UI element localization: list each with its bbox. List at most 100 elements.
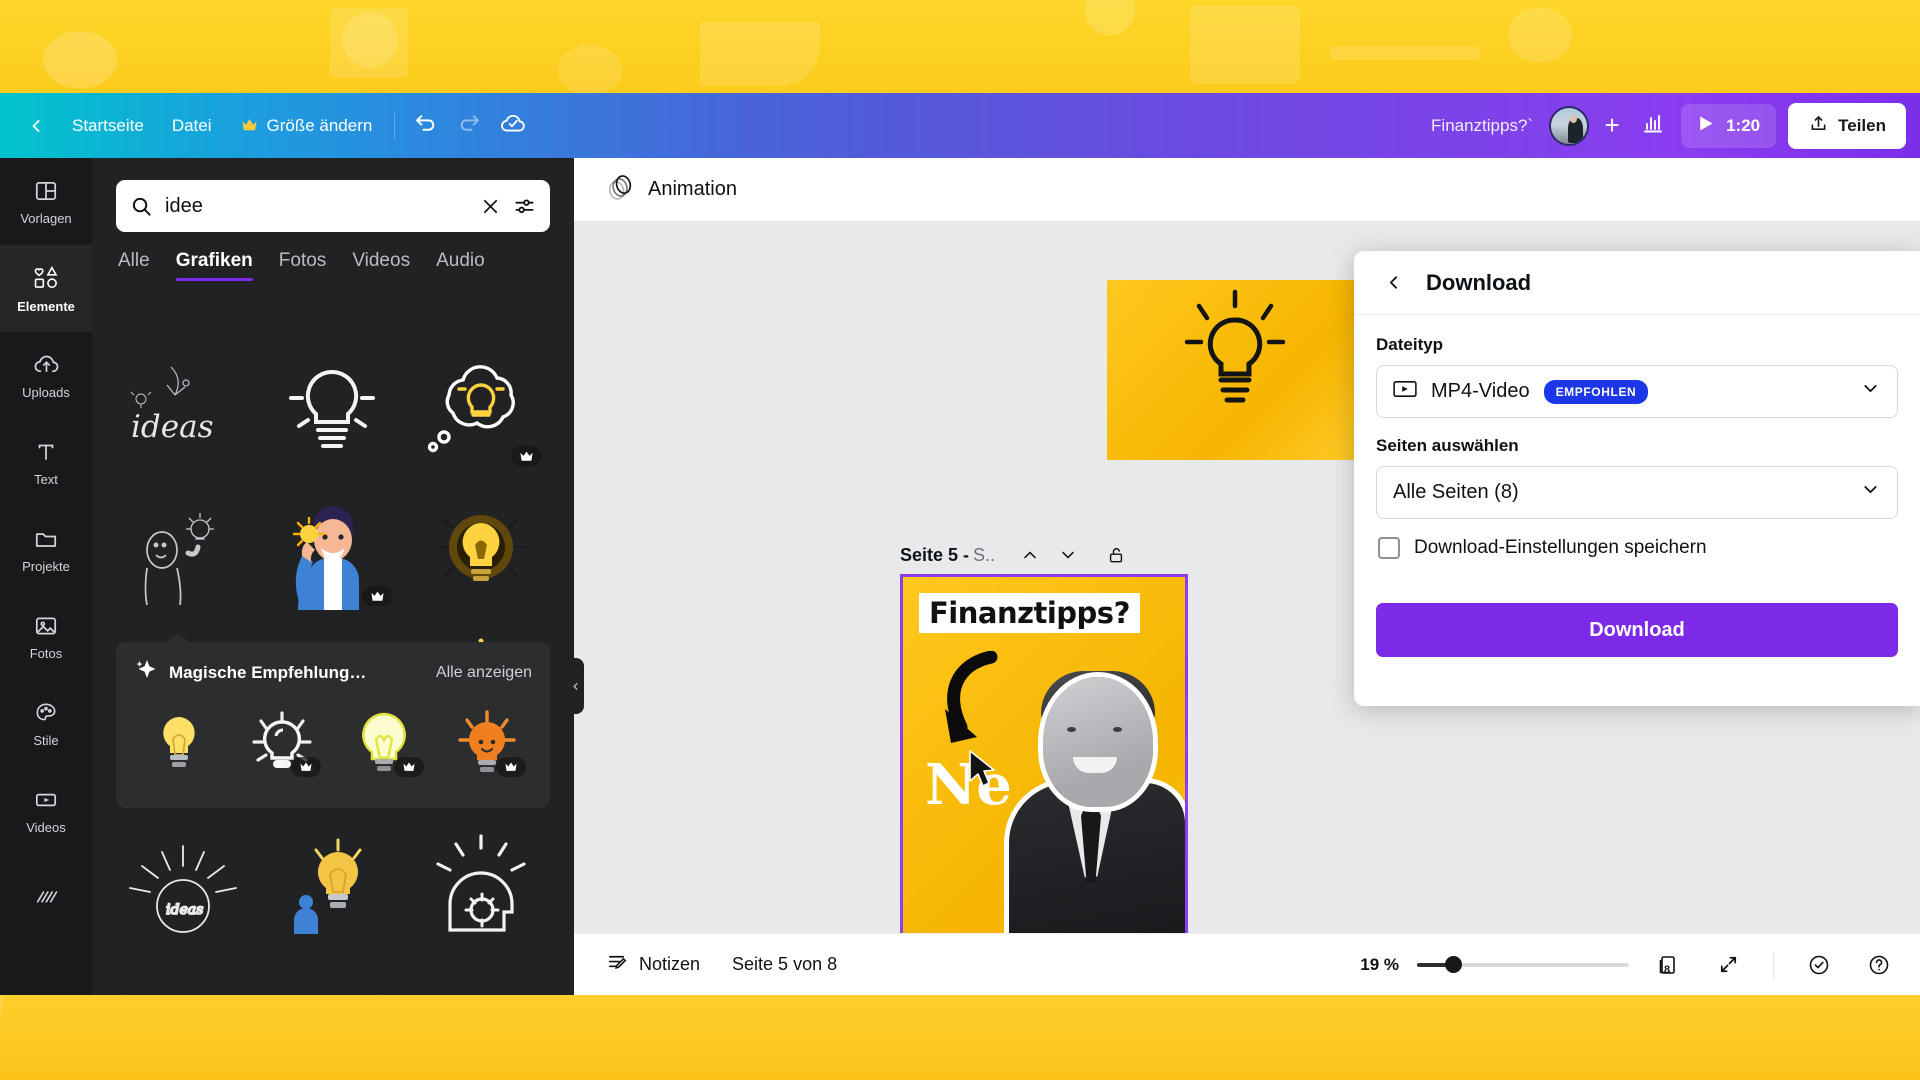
sidebar-item-stile[interactable]: Stile — [0, 680, 92, 767]
tab-audio[interactable]: Audio — [436, 250, 485, 281]
add-collaborator-button[interactable]: + — [1593, 107, 1631, 145]
insights-button[interactable] — [1631, 104, 1675, 148]
result-idea-sketch-circle-graphic[interactable]: ideas — [116, 824, 249, 944]
move-page-down-button[interactable] — [1051, 539, 1085, 571]
video-icon — [33, 787, 59, 813]
result-head-gear-bulb-graphic[interactable] — [414, 824, 547, 944]
animation-button[interactable]: Animation — [596, 168, 749, 212]
result-bulb-person-graphic[interactable] — [265, 824, 398, 944]
result-man-idea-illustration[interactable] — [265, 490, 398, 614]
sidebar-label: Text — [34, 471, 58, 487]
results-row — [116, 490, 550, 614]
magic-title: Magische Empfehlung… — [169, 662, 367, 682]
save-settings-checkbox-row[interactable]: Download-Einstellungen speichern — [1378, 537, 1898, 559]
upload-cloud-icon — [33, 351, 60, 378]
result-lightbulb-outline-graphic[interactable] — [265, 350, 398, 474]
magic-item-white-bulb-rays-icon[interactable] — [237, 703, 328, 785]
download-button[interactable]: Download — [1376, 603, 1898, 657]
palette-icon — [33, 700, 59, 726]
sidebar-item-hintergrund[interactable] — [0, 854, 92, 941]
slide-title[interactable]: Finanztipps? — [919, 593, 1140, 633]
filetype-select[interactable]: MP4-Video EMPFOHLEN — [1376, 365, 1898, 418]
browser-background-top — [0, 0, 1920, 93]
pro-crown-badge — [291, 757, 321, 777]
download-back-button[interactable] — [1376, 266, 1410, 300]
file-menu-button[interactable]: Datei — [158, 105, 226, 147]
editor-shell: Startseite Datei Größe ändern Finanztipp… — [0, 93, 1920, 1080]
sidebar-item-fotos[interactable]: Fotos — [0, 593, 92, 680]
sidebar-label: Projekte — [22, 558, 70, 574]
tab-videos[interactable]: Videos — [352, 250, 410, 281]
sidebar-item-elemente[interactable]: Elemente — [0, 245, 92, 332]
play-icon — [1695, 113, 1716, 139]
page-indicator: Seite 5 von 8 — [732, 954, 838, 974]
home-button[interactable]: Startseite — [58, 105, 158, 147]
sidebar-item-vorlagen[interactable]: Vorlagen — [0, 158, 92, 245]
sidebar-item-uploads[interactable]: Uploads — [0, 332, 92, 419]
tab-alle[interactable]: Alle — [118, 250, 150, 281]
check-status-button[interactable] — [1798, 944, 1840, 986]
sidebar-label: Uploads — [22, 385, 70, 400]
fullscreen-button[interactable] — [1707, 944, 1749, 986]
document-title[interactable]: Finanztipps?` — [1431, 116, 1533, 136]
magic-item-lime-bulb-icon[interactable] — [339, 703, 430, 785]
result-ideas-handwriting-graphic[interactable]: ideas — [116, 350, 249, 474]
pro-crown-badge — [393, 757, 424, 777]
mouse-pointer-icon — [969, 750, 995, 787]
cloud-check-icon — [500, 110, 526, 141]
previous-page-preview[interactable] — [1107, 280, 1390, 460]
share-button[interactable]: Teilen — [1788, 102, 1906, 149]
saved-status-button[interactable] — [491, 104, 535, 148]
close-icon[interactable] — [480, 196, 501, 217]
play-duration: 1:20 — [1726, 115, 1761, 135]
left-rail: Vorlagen Elemente Uploads Text Projekte … — [0, 158, 92, 995]
save-settings-label: Download-Einstellungen speichern — [1414, 537, 1707, 558]
home-label: Startseite — [72, 115, 144, 135]
help-button[interactable] — [1858, 944, 1900, 986]
pro-crown-badge — [496, 757, 526, 777]
magic-see-all-link[interactable]: Alle anzeigen — [436, 664, 532, 682]
play-button[interactable]: 1:20 — [1681, 103, 1777, 148]
resize-label: Größe ändern — [266, 115, 373, 135]
zoom-slider[interactable] — [1417, 954, 1629, 976]
video-file-icon — [1393, 379, 1417, 405]
back-button[interactable] — [14, 104, 58, 148]
pages-label: Seiten auswählen — [1376, 436, 1519, 455]
search-bar[interactable] — [116, 180, 550, 232]
download-panel: Download Dateityp MP4-Video EMPFOHLEN Se… — [1354, 251, 1920, 706]
pages-select[interactable]: Alle Seiten (8) — [1376, 466, 1898, 519]
zoom-level: 19 % — [1360, 954, 1399, 974]
sidebar-item-projekte[interactable]: Projekte — [0, 506, 92, 593]
recommended-badge: EMPFOHLEN — [1543, 379, 1649, 404]
filetype-value: MP4-Video — [1431, 380, 1530, 402]
result-glowing-lightbulb-graphic[interactable] — [414, 490, 547, 614]
search-input[interactable] — [165, 194, 468, 218]
browser-background-bottom — [0, 995, 1920, 1080]
avatar[interactable] — [1549, 105, 1590, 146]
notes-button[interactable]: Notizen — [594, 944, 712, 986]
toolbar-divider — [394, 112, 396, 139]
zoom-slider-knob[interactable] — [1445, 956, 1462, 973]
move-page-up-button[interactable] — [1013, 539, 1047, 571]
resize-button[interactable]: Größe ändern — [226, 105, 387, 147]
sidebar-item-videos[interactable]: Videos — [0, 767, 92, 854]
undo-button[interactable] — [403, 104, 447, 148]
panel-collapse-button[interactable] — [566, 658, 584, 714]
sliders-icon[interactable] — [513, 195, 536, 218]
tab-grafiken[interactable]: Grafiken — [175, 250, 253, 281]
page-header: Seite 5 - S.. — [900, 536, 1200, 574]
lock-page-button[interactable] — [1099, 539, 1133, 571]
sidebar-item-text[interactable]: Text — [0, 419, 92, 506]
filetype-label: Dateityp — [1376, 335, 1444, 354]
panel-tabs: Alle Grafiken Fotos Videos Audio — [92, 232, 574, 281]
magic-item-orange-smiley-bulb-icon[interactable] — [442, 703, 533, 785]
save-settings-checkbox[interactable] — [1378, 537, 1400, 559]
page-grid-button[interactable]: 8 — [1647, 944, 1689, 986]
result-thought-bubble-lightbulb-graphic[interactable] — [414, 350, 547, 474]
result-stick-figure-idea-graphic[interactable] — [116, 490, 249, 614]
tab-fotos[interactable]: Fotos — [279, 250, 327, 281]
redo-button[interactable] — [447, 104, 491, 148]
undo-icon — [413, 111, 438, 141]
results-row: ideas — [116, 350, 550, 474]
magic-item-yellow-bulb-flat-icon[interactable] — [134, 703, 225, 785]
